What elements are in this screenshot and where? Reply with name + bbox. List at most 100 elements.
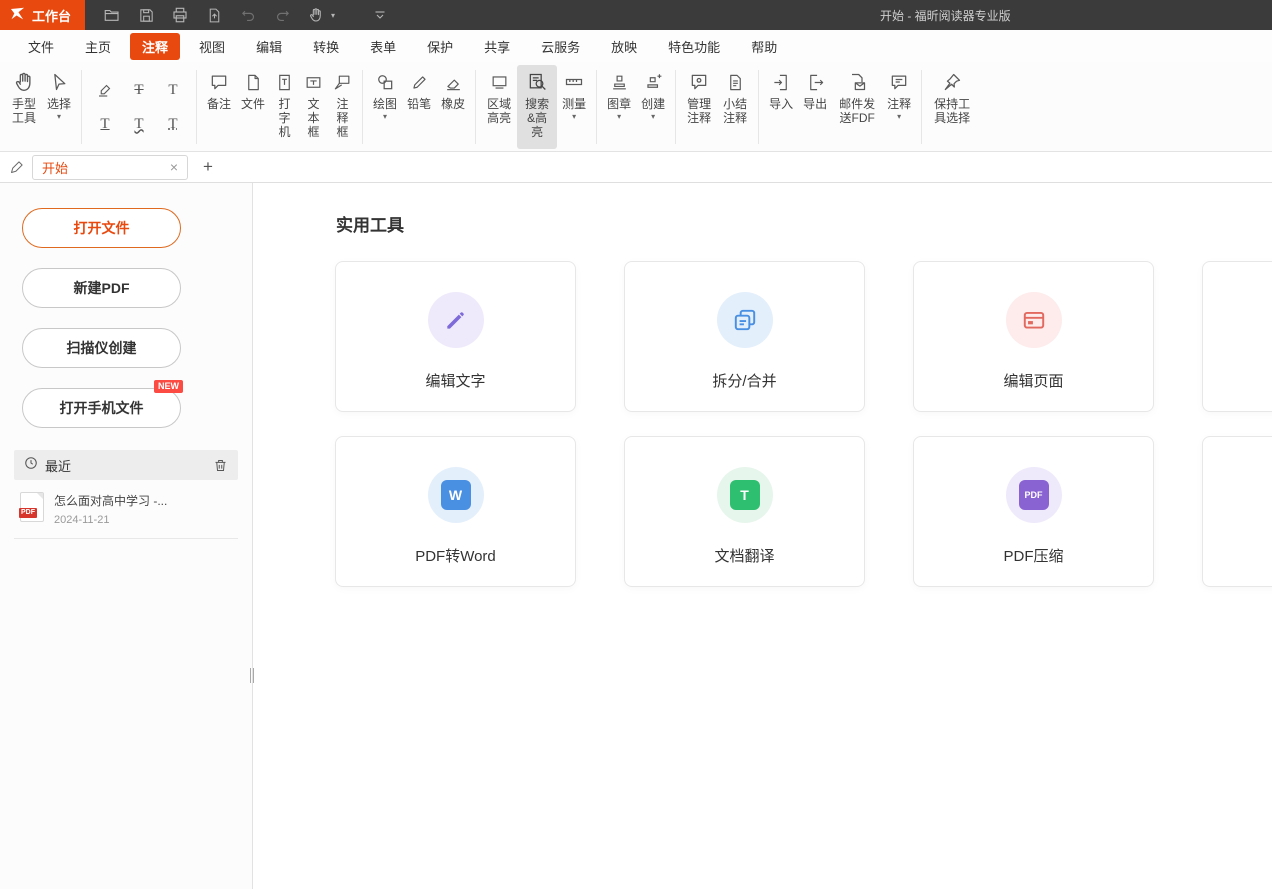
replace-text-icon[interactable]: T [158, 109, 188, 139]
menu-convert[interactable]: 转换 [301, 33, 351, 60]
create-stamp-button[interactable]: 创建 ▾ [636, 65, 670, 149]
save-icon[interactable] [131, 3, 161, 27]
stamp-icon [610, 70, 629, 94]
email-fdf-button[interactable]: 邮件发送FDF [832, 65, 882, 149]
window-title: 开始 - 福昕阅读器专业版 [880, 0, 1011, 30]
insert-text-icon[interactable]: T [158, 75, 188, 105]
share-document-icon[interactable] [199, 3, 229, 27]
summary-comments-button[interactable]: 小结注释 [717, 65, 753, 149]
card-edit-text[interactable]: 编辑文字 [335, 261, 576, 412]
export-icon [806, 70, 825, 94]
recent-file-item[interactable]: PDF 怎么面对高中学习 -... 2024-11-21 [14, 480, 238, 539]
card-partial-row1[interactable] [1202, 261, 1272, 412]
menu-file[interactable]: 文件 [16, 33, 66, 60]
keep-tool-button[interactable]: 保持工具选择 [927, 65, 977, 149]
menu-cloud[interactable]: 云服务 [529, 33, 592, 60]
card-partial-row2[interactable] [1202, 436, 1272, 587]
card-pdf-to-word[interactable]: W PDF转Word [335, 436, 576, 587]
manage-comments-button[interactable]: 管理注释 [681, 65, 717, 149]
menu-home[interactable]: 主页 [73, 33, 123, 60]
hand-tool-icon[interactable] [301, 3, 331, 27]
menu-view[interactable]: 视图 [187, 33, 237, 60]
caret-down-icon: ▾ [897, 112, 901, 121]
pencil-button[interactable]: 铅笔 [402, 65, 436, 149]
card-pdf-compress[interactable]: PDF PDF压缩 [913, 436, 1154, 587]
pdf-tag-label: PDF [19, 508, 37, 518]
highlight-icon[interactable] [90, 75, 120, 105]
tab-close-icon[interactable]: × [170, 160, 178, 174]
comments-bubble-icon [889, 70, 909, 94]
import-button[interactable]: 导入 [764, 65, 798, 149]
menu-share[interactable]: 共享 [472, 33, 522, 60]
measure-button[interactable]: 测量 ▾ [557, 65, 591, 149]
card-edit-pages[interactable]: 编辑页面 [913, 261, 1154, 412]
open-folder-icon[interactable] [97, 3, 127, 27]
menu-features[interactable]: 特色功能 [656, 33, 732, 60]
note-button[interactable]: 备注 [202, 65, 236, 149]
callout-label: 注释框 [336, 97, 350, 139]
collapse-toolbar-icon[interactable] [365, 3, 395, 27]
menu-comment[interactable]: 注释 [130, 33, 180, 60]
ribbon-group-stamp: 图章 ▾ 创建 ▾ [602, 65, 670, 149]
menu-protect[interactable]: 保护 [415, 33, 465, 60]
translate-letter: T [730, 480, 760, 510]
caret-down-icon: ▾ [651, 112, 655, 121]
comments-dropdown-button[interactable]: 注释 ▾ [882, 65, 916, 149]
tab-pen-icon[interactable] [0, 160, 32, 175]
trash-icon[interactable] [213, 458, 228, 473]
tab-start[interactable]: 开始 × [32, 155, 188, 180]
card-label: PDF压缩 [1003, 545, 1063, 566]
ribbon-separator [362, 70, 363, 144]
menu-form[interactable]: 表单 [358, 33, 408, 60]
card-split-merge[interactable]: 拆分/合并 [624, 261, 865, 412]
search-highlight-label: 搜索&高亮 [522, 97, 552, 139]
eraser-button[interactable]: 橡皮 [436, 65, 470, 149]
menu-edit[interactable]: 编辑 [244, 33, 294, 60]
workspace-button[interactable]: 工作台 [0, 0, 85, 30]
eraser-icon [444, 70, 463, 94]
stamp-label: 图章 [607, 97, 631, 111]
menubar: 文件 主页 注释 视图 编辑 转换 表单 保护 共享 云服务 放映 特色功能 帮… [0, 30, 1272, 62]
area-highlight-button[interactable]: 区域高亮 [481, 65, 517, 149]
callout-button[interactable]: 注释框 [328, 65, 357, 149]
summary-comments-icon [726, 70, 745, 94]
caret-down-icon: ▾ [57, 112, 61, 121]
pdf-file-icon: PDF [20, 492, 44, 522]
stamp-button[interactable]: 图章 ▾ [602, 65, 636, 149]
new-pdf-button[interactable]: 新建PDF [22, 268, 181, 308]
pushpin-icon [942, 70, 962, 94]
undo-icon[interactable] [233, 3, 263, 27]
drawing-button[interactable]: 绘图 ▾ [368, 65, 402, 149]
titlebar: 工作台 ▾ 开始 - 福昕阅读器专业版 [0, 0, 1272, 30]
eraser-label: 橡皮 [441, 97, 465, 111]
hand-icon [13, 70, 35, 94]
file-attach-button[interactable]: 文件 [236, 65, 270, 149]
strikeout-icon[interactable]: T [124, 75, 154, 105]
open-file-button[interactable]: 打开文件 [22, 208, 181, 248]
squiggly-icon[interactable]: T [124, 109, 154, 139]
redo-icon[interactable] [267, 3, 297, 27]
clock-icon [24, 456, 38, 475]
export-button[interactable]: 导出 [798, 65, 832, 149]
textbox-button[interactable]: 文本框 [299, 65, 328, 149]
hand-tool-button[interactable]: 手型工具 [6, 65, 42, 149]
hand-tool-caret-icon[interactable]: ▾ [331, 11, 335, 20]
print-icon[interactable] [165, 3, 195, 27]
menu-help[interactable]: 帮助 [739, 33, 789, 60]
scanner-create-button[interactable]: 扫描仪创建 [22, 328, 181, 368]
menu-present[interactable]: 放映 [599, 33, 649, 60]
main-content: 实用工具 编辑文字 拆分/合并 编辑页面 W PDF转Word [254, 183, 1272, 889]
edit-text-icon [428, 292, 484, 348]
open-mobile-file-label: 打开手机文件 [60, 400, 144, 416]
underline-icon[interactable]: T [90, 109, 120, 139]
search-highlight-button[interactable]: 搜索&高亮 [517, 65, 557, 149]
email-fdf-label: 邮件发送FDF [837, 97, 877, 125]
pencil-icon [410, 70, 429, 94]
select-button[interactable]: 选择 ▾ [42, 65, 76, 149]
new-tab-icon[interactable]: + [203, 157, 213, 177]
card-doc-translate[interactable]: T 文档翻译 [624, 436, 865, 587]
textbox-label: 文本框 [307, 97, 321, 139]
typewriter-button[interactable]: 打字机 [270, 65, 299, 149]
document-tabbar: 开始 × + [0, 152, 1272, 183]
open-mobile-file-button[interactable]: 打开手机文件 NEW [22, 388, 181, 428]
